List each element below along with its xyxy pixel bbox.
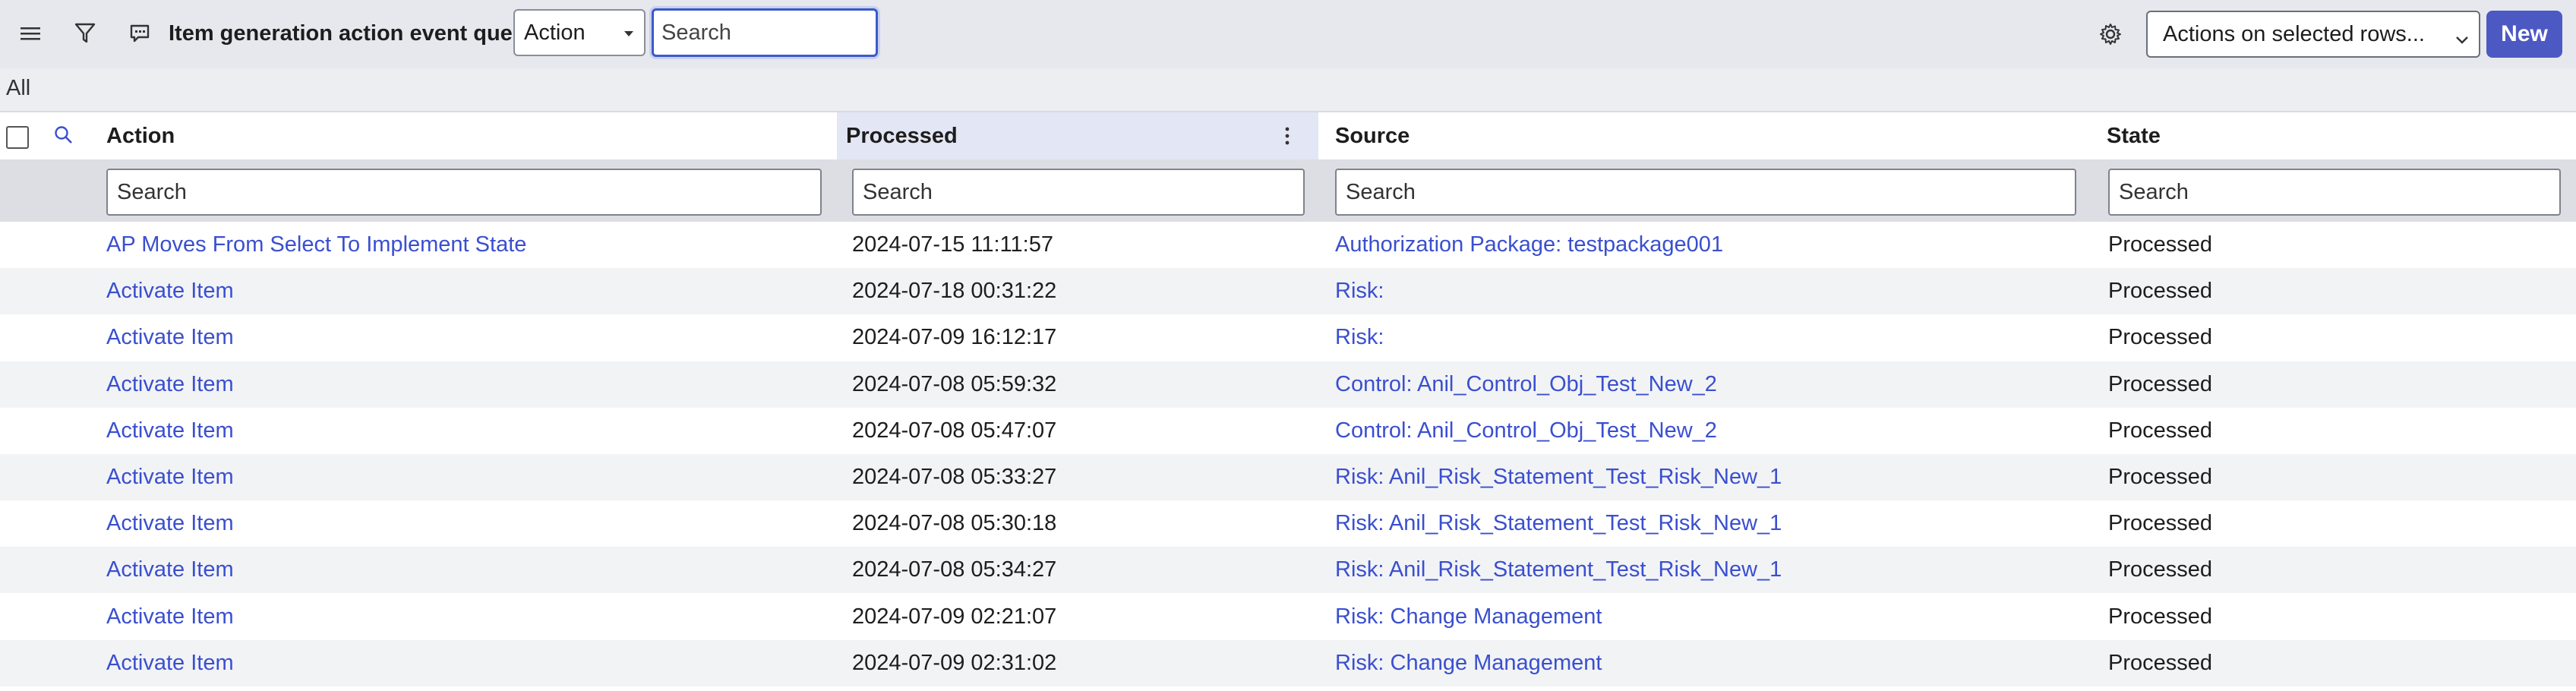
processed-cell: 2024-07-08 05:47:07 xyxy=(852,418,1057,443)
state-cell: Processed xyxy=(2108,557,2213,582)
table-row: Activate Item 2024-07-18 00:31:22 Risk: Pro… xyxy=(0,268,2576,315)
processed-cell: 2024-07-18 00:31:22 xyxy=(852,279,1057,304)
processed-column-search[interactable] xyxy=(852,169,1305,216)
source-link[interactable]: Risk: xyxy=(1335,268,1384,314)
processed-cell: 2024-07-08 05:33:27 xyxy=(852,465,1057,489)
select-all-checkbox[interactable] xyxy=(6,126,29,149)
state-column-search[interactable] xyxy=(2108,169,2561,216)
page-title: Item generation action event queue xyxy=(169,21,538,46)
state-cell: Processed xyxy=(2108,279,2213,304)
processed-cell: 2024-07-09 02:31:02 xyxy=(852,650,1057,675)
chevron-down-icon xyxy=(2453,23,2471,67)
search-field-select[interactable]: Action xyxy=(513,9,646,56)
source-link[interactable]: Risk: xyxy=(1335,314,1384,361)
vertical-dots-icon[interactable] xyxy=(1276,123,1299,153)
breadcrumb-all[interactable]: All xyxy=(6,76,30,101)
hamburger-icon[interactable] xyxy=(12,15,49,52)
column-header-processed[interactable]: Processed xyxy=(837,112,1318,159)
source-link[interactable]: Control: Anil_Control_Obj_Test_New_2 xyxy=(1335,408,1717,454)
state-cell: Processed xyxy=(2108,325,2213,350)
state-cell: Processed xyxy=(2108,465,2213,489)
state-cell: Processed xyxy=(2108,371,2213,396)
processed-cell: 2024-07-09 02:21:07 xyxy=(852,604,1057,629)
state-cell: Processed xyxy=(2108,511,2213,536)
state-cell: Processed xyxy=(2108,418,2213,443)
action-link[interactable]: Activate Item xyxy=(106,454,234,500)
action-link[interactable]: Activate Item xyxy=(106,594,234,640)
action-link[interactable]: Activate Item xyxy=(106,361,234,408)
source-link[interactable]: Risk: Anil_Risk_Statement_Test_Risk_New_… xyxy=(1335,547,1782,593)
state-cell: Processed xyxy=(2108,650,2213,675)
list-search-input[interactable] xyxy=(652,8,878,57)
action-link[interactable]: Activate Item xyxy=(106,268,234,314)
column-header-action[interactable]: Action xyxy=(97,112,837,159)
action-link[interactable]: Activate Item xyxy=(106,640,234,686)
actions-select-value: Actions on selected rows... xyxy=(2163,22,2425,46)
source-link[interactable]: Control: Anil_Control_Obj_Test_New_2 xyxy=(1335,361,1717,408)
source-link[interactable]: Risk: Anil_Risk_Statement_Test_Risk_New_… xyxy=(1335,454,1782,500)
search-icon[interactable] xyxy=(53,125,74,150)
processed-cell: 2024-07-08 05:30:18 xyxy=(852,511,1057,536)
table-row: Activate Item 2024-07-08 05:47:07 Control:… xyxy=(0,408,2576,454)
source-link[interactable]: Authorization Package: testpackage001 xyxy=(1335,222,1723,268)
comment-icon[interactable] xyxy=(122,15,158,52)
table-row: Activate Item 2024-07-08 05:59:32 Control:… xyxy=(0,361,2576,408)
list-toolbar: Item generation action event queue Actio… xyxy=(0,0,2576,68)
table-row: Activate Item 2024-07-08 05:34:27 Risk: An… xyxy=(0,547,2576,594)
table-row: Activate Item 2024-07-08 05:33:27 Risk: An… xyxy=(0,454,2576,500)
action-link[interactable]: Activate Item xyxy=(106,314,234,361)
table-row: Activate Item 2024-07-09 02:31:02 Risk: Ch… xyxy=(0,639,2576,686)
source-link[interactable]: Risk: Anil_Risk_Statement_Test_Risk_New_… xyxy=(1335,500,1782,547)
source-link[interactable]: Risk: Change Management xyxy=(1335,594,1602,640)
table-row: Activate Item 2024-07-09 16:12:17 Risk: Pro… xyxy=(0,314,2576,361)
breadcrumb: All xyxy=(0,68,2576,112)
processed-cell: 2024-07-09 16:12:17 xyxy=(852,325,1057,350)
column-header-source[interactable]: Source xyxy=(1326,112,2098,159)
table-row: AP Moves From Select To Implement State 2… xyxy=(0,222,2576,268)
source-link[interactable]: Risk: Change Management xyxy=(1335,640,1602,686)
action-link[interactable]: AP Moves From Select To Implement State xyxy=(106,222,526,268)
new-button[interactable]: New xyxy=(2486,11,2562,58)
action-column-search[interactable] xyxy=(106,169,822,216)
column-header-state[interactable]: State xyxy=(2098,112,2576,159)
table-row: Activate Item 2024-07-09 02:21:07 Risk: Ch… xyxy=(0,594,2576,640)
actions-on-selected-rows-select[interactable]: Actions on selected rows... xyxy=(2146,11,2480,58)
processed-cell: 2024-07-08 05:59:32 xyxy=(852,371,1057,396)
processed-cell: 2024-07-08 05:34:27 xyxy=(852,557,1057,582)
caret-down-icon xyxy=(624,31,633,36)
state-cell: Processed xyxy=(2108,604,2213,629)
action-link[interactable]: Activate Item xyxy=(106,547,234,593)
funnel-icon[interactable] xyxy=(67,15,103,52)
action-link[interactable]: Activate Item xyxy=(106,500,234,547)
state-cell: Processed xyxy=(2108,232,2213,257)
search-field-select-value: Action xyxy=(524,21,586,45)
source-column-search[interactable] xyxy=(1335,169,2076,216)
action-link[interactable]: Activate Item xyxy=(106,408,234,454)
table-row: Activate Item 2024-07-08 05:30:18 Risk: An… xyxy=(0,500,2576,547)
gear-icon[interactable] xyxy=(2091,15,2129,53)
processed-cell: 2024-07-15 11:11:57 xyxy=(852,232,1053,257)
